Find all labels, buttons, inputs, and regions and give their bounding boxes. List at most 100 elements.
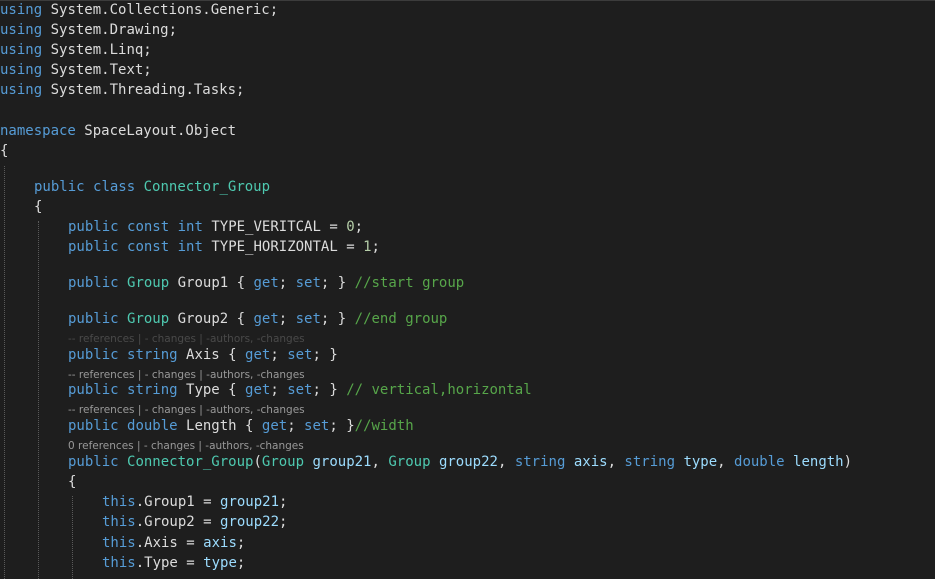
- keyword-token: this: [102, 494, 136, 510]
- keyword-token: using: [0, 62, 43, 78]
- number-token: 0: [346, 219, 355, 235]
- code-line-assign-type[interactable]: this.Type = type;: [102, 553, 245, 573]
- type-token: Connector_Group: [127, 454, 254, 470]
- codelens-axis[interactable]: -- references | - changes | -authors, -c…: [68, 332, 305, 346]
- code-line-property-group1[interactable]: public Group Group1 { get; set; } //star…: [68, 273, 464, 293]
- keyword-token: public: [68, 311, 119, 327]
- identifier-token: System.Drawing;: [42, 22, 178, 38]
- keyword-token: public: [68, 219, 119, 235]
- keyword-token: double: [734, 454, 785, 470]
- identifier-token: Group1 {: [169, 275, 254, 291]
- brace-token: {: [68, 474, 77, 490]
- identifier-token: ,: [371, 454, 389, 470]
- identifier-token: ;: [279, 494, 288, 510]
- keyword-token: set: [295, 275, 321, 291]
- code-line-using-drawing[interactable]: using System.Drawing;: [0, 20, 177, 40]
- code-line-class-declaration[interactable]: public class Connector_Group: [34, 177, 270, 197]
- brace-token: {: [34, 199, 43, 215]
- identifier-token: TYPE_VERITCAL =: [202, 219, 347, 235]
- identifier-token: ;: [278, 275, 296, 291]
- identifier-token: [119, 454, 127, 470]
- code-line-const-horizontal[interactable]: public const int TYPE_HORIZONTAL = 1;: [68, 237, 380, 257]
- code-line-property-type[interactable]: public string Type { get; set; } // vert…: [68, 380, 532, 400]
- identifier-token: ;: [270, 347, 288, 363]
- code-line-class-open-brace[interactable]: {: [34, 197, 42, 217]
- identifier-token: [169, 239, 177, 255]
- keyword-token: public: [68, 382, 119, 398]
- type-token: Connector_Group: [143, 179, 271, 195]
- keyword-token: public: [68, 275, 119, 291]
- code-line-constructor-open-brace[interactable]: {: [68, 472, 76, 492]
- keyword-token: string: [127, 382, 178, 398]
- identifier-token: ,: [497, 454, 515, 470]
- code-line-namespace[interactable]: namespace SpaceLayout.Object: [0, 121, 236, 141]
- identifier-token: ;: [371, 239, 380, 255]
- comment-token: // vertical,horizontal: [346, 382, 532, 398]
- indent-guide-class: [38, 221, 39, 579]
- comment-token: //end group: [354, 311, 448, 327]
- identifier-token: [119, 219, 127, 235]
- identifier-token: System.Collections.Generic;: [42, 2, 279, 18]
- parameter-token: group21: [220, 494, 280, 510]
- code-line-property-group2[interactable]: public Group Group2 { get; set; } //end …: [68, 309, 447, 329]
- keyword-token: this: [102, 555, 136, 571]
- parameter-token: type: [203, 555, 237, 571]
- code-editor[interactable]: using System.Collections.Generic; using …: [0, 0, 935, 579]
- identifier-token: [119, 382, 127, 398]
- identifier-token: ; }: [329, 418, 355, 434]
- keyword-token: class: [93, 179, 136, 195]
- identifier-token: Group2 {: [169, 311, 254, 327]
- identifier-token: System.Linq;: [42, 42, 152, 58]
- keyword-token: set: [287, 382, 313, 398]
- keyword-token: public: [68, 454, 119, 470]
- identifier-token: SpaceLayout.Object: [75, 123, 237, 139]
- code-line-using-collections[interactable]: using System.Collections.Generic;: [0, 0, 278, 20]
- code-line-using-linq[interactable]: using System.Linq;: [0, 40, 152, 60]
- type-token: Group: [388, 454, 431, 470]
- indent-guide-namespace: [4, 166, 5, 579]
- identifier-token: ;: [287, 418, 305, 434]
- identifier-token: [431, 454, 439, 470]
- keyword-token: using: [0, 82, 43, 98]
- code-line-constructor-signature[interactable]: public Connector_Group(Group group21, Gr…: [68, 452, 852, 472]
- identifier-token: [119, 311, 127, 327]
- identifier-token: ): [843, 454, 853, 470]
- identifier-token: ;: [236, 555, 246, 571]
- code-line-property-length[interactable]: public double Length { get; set; }//widt…: [68, 416, 414, 436]
- identifier-token: ; }: [320, 275, 355, 291]
- identifier-token: ; }: [312, 347, 338, 363]
- parameter-token: axis: [203, 535, 237, 551]
- identifier-token: ; }: [320, 311, 355, 327]
- keyword-token: using: [0, 42, 43, 58]
- code-line-const-vertical[interactable]: public const int TYPE_VERITCAL = 0;: [68, 217, 363, 237]
- codelens-length[interactable]: -- references | - changes | -authors, -c…: [68, 403, 305, 417]
- parameter-token: group22: [220, 514, 280, 530]
- code-line-assign-axis[interactable]: this.Axis = axis;: [102, 533, 245, 553]
- code-line-using-threading[interactable]: using System.Threading.Tasks;: [0, 80, 244, 100]
- parameter-token: group22: [438, 454, 498, 470]
- keyword-token: namespace: [0, 123, 76, 139]
- identifier-token: (: [253, 454, 262, 470]
- type-token: Group: [127, 275, 170, 291]
- keyword-token: public: [68, 239, 119, 255]
- parameter-token: length: [793, 454, 844, 470]
- code-line-property-axis[interactable]: public string Axis { get; set; }: [68, 345, 338, 365]
- keyword-token: set: [295, 311, 321, 327]
- keyword-token: get: [253, 275, 279, 291]
- code-line-namespace-open-brace[interactable]: {: [0, 141, 8, 161]
- code-line-assign-group1[interactable]: this.Group1 = group21;: [102, 492, 287, 512]
- identifier-token: [119, 239, 127, 255]
- codelens-constructor[interactable]: 0 references | - changes | -authors, -ch…: [68, 439, 304, 453]
- identifier-token: System.Threading.Tasks;: [42, 82, 245, 98]
- keyword-token: string: [624, 454, 675, 470]
- keyword-token: int: [177, 219, 203, 235]
- keyword-token: get: [261, 418, 288, 434]
- brace-token: {: [0, 143, 9, 159]
- keyword-token: get: [245, 382, 271, 398]
- code-line-using-text[interactable]: using System.Text;: [0, 60, 152, 80]
- parameter-token: type: [683, 454, 718, 470]
- identifier-token: [785, 454, 793, 470]
- type-token: Group: [261, 454, 305, 470]
- code-line-assign-group2[interactable]: this.Group2 = group22;: [102, 512, 287, 532]
- comment-token: //start group: [354, 275, 465, 291]
